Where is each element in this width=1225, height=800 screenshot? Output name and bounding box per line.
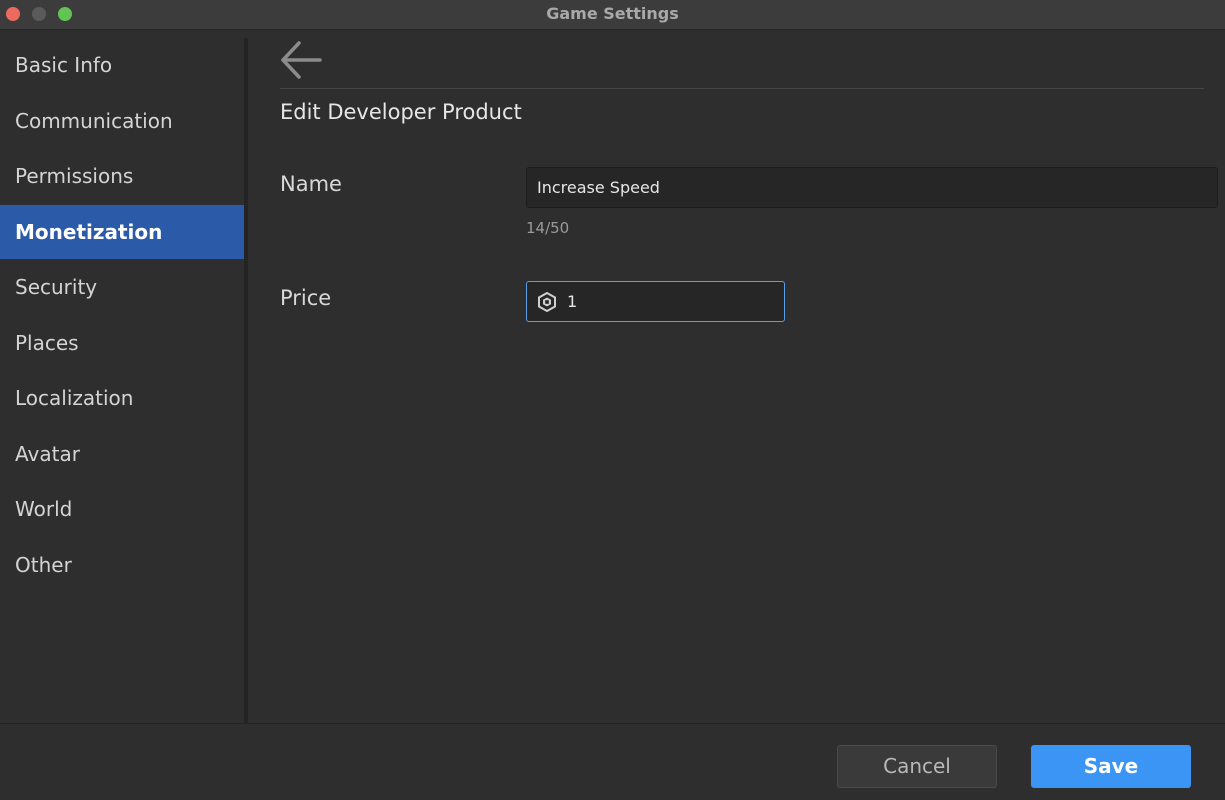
robux-icon [538,292,556,312]
name-input-value: Increase Speed [537,178,660,197]
sidebar-item-localization[interactable]: Localization [0,371,244,425]
header-divider [280,88,1204,89]
back-button[interactable] [278,40,324,80]
price-input-value: 1 [567,292,578,311]
sidebar-item-world[interactable]: World [0,482,244,536]
game-settings-window: Game Settings Basic Info Communication P… [0,0,1225,800]
sidebar-item-security[interactable]: Security [0,260,244,314]
sidebar-item-places[interactable]: Places [0,316,244,370]
sidebar-item-communication[interactable]: Communication [0,94,244,148]
page-title: Edit Developer Product [280,100,522,124]
footer-divider [0,723,1225,724]
sidebar-item-permissions[interactable]: Permissions [0,149,244,203]
price-input[interactable]: 1 [526,281,785,322]
sidebar-item-monetization[interactable]: Monetization [0,205,244,259]
sidebar-divider [244,38,248,724]
price-label: Price [280,286,332,310]
arrow-left-icon [281,41,322,79]
name-char-count: 14/50 [526,219,570,237]
sidebar-item-basic-info[interactable]: Basic Info [0,38,244,92]
sidebar-item-other[interactable]: Other [0,538,244,592]
sidebar-item-avatar[interactable]: Avatar [0,427,244,481]
window-title: Game Settings [546,4,679,23]
title-bar: Game Settings [0,0,1225,30]
name-input[interactable]: Increase Speed [526,167,1218,208]
settings-sidebar: Basic Info Communication Permissions Mon… [0,38,244,724]
name-label: Name [280,172,342,196]
cancel-button[interactable]: Cancel [837,745,997,788]
save-button[interactable]: Save [1031,745,1191,788]
